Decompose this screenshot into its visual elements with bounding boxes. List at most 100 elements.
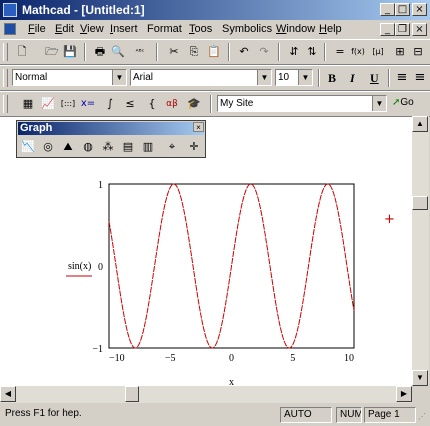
menu-insert[interactable]: Insert xyxy=(110,23,138,35)
y-tick-label: −1 xyxy=(92,344,103,355)
toolbar-grip[interactable] xyxy=(3,95,8,113)
y-tick-label: 1 xyxy=(98,180,103,191)
underline-button[interactable]: U xyxy=(370,71,379,86)
print-preview-icon[interactable]: 🔍 xyxy=(110,44,126,60)
formatting-toolbar: Normal ▼ Arial ▼ 10 ▼ B I U ≡ ≡ xyxy=(0,65,430,91)
contour-plot-icon[interactable]: ◍ xyxy=(79,138,97,155)
title-bar: Mathcad - [Untitled:1] _ □ × xyxy=(0,0,430,20)
toolbar-separator xyxy=(388,69,390,87)
horizontal-scroll-thumb[interactable] xyxy=(125,386,139,402)
y-tick-label: 0 xyxy=(98,262,103,273)
trace-icon[interactable]: ✛ xyxy=(185,138,203,155)
status-num-lock: NUM xyxy=(336,407,362,423)
style-select[interactable]: Normal ▼ xyxy=(12,69,127,86)
palette-close-icon[interactable]: × xyxy=(193,122,204,132)
menu-format[interactable]: Format xyxy=(147,23,182,35)
vertical-scrollbar[interactable]: ▲ ▼ xyxy=(412,116,429,386)
align-down-icon[interactable]: ⇅ xyxy=(304,44,320,60)
toolbar-grip[interactable] xyxy=(3,69,8,87)
status-help-text: Press F1 for hep. xyxy=(5,408,82,419)
matrix-icon[interactable]: [:::] xyxy=(60,96,76,112)
redo-icon[interactable]: ↷ xyxy=(256,44,272,60)
plot-traces xyxy=(108,183,355,349)
menu-view[interactable]: View xyxy=(80,23,104,35)
paste-icon[interactable]: 📋 xyxy=(206,44,222,60)
graph-palette-title[interactable]: Graph xyxy=(18,122,204,135)
menu-help[interactable]: Help xyxy=(319,23,342,35)
toolbar-separator xyxy=(228,43,230,61)
evaluation-icon[interactable]: x= xyxy=(80,96,96,112)
x-tick-label: −10 xyxy=(109,353,125,364)
new-document-icon[interactable]: 🗋 xyxy=(14,44,30,60)
menu-symbolics[interactable]: Symbolics xyxy=(222,23,272,35)
align-center-icon[interactable]: ≡ xyxy=(412,70,428,86)
mathcad-app-icon[interactable] xyxy=(3,3,17,17)
vertical-scroll-thumb[interactable] xyxy=(412,196,428,210)
open-folder-icon[interactable]: 🗁 xyxy=(44,44,60,60)
menu-tools[interactable]: Toos xyxy=(189,23,212,35)
scroll-left-icon[interactable]: ◀ xyxy=(0,386,16,402)
document-icon[interactable] xyxy=(4,23,16,35)
xy-plot-icon[interactable]: 📉 xyxy=(19,138,37,155)
boolean-icon[interactable]: ≤ xyxy=(122,96,138,112)
chevron-down-icon[interactable]: ▼ xyxy=(298,70,312,85)
insert-unit-icon[interactable]: [μ] xyxy=(370,44,386,60)
horizontal-scrollbar[interactable]: ◀ ▶ xyxy=(0,386,412,403)
document-close-button[interactable]: × xyxy=(412,23,427,36)
polar-plot-icon[interactable]: ◎ xyxy=(39,138,57,155)
3d-bar-icon[interactable]: ▤ xyxy=(119,138,137,155)
toolbar-grip[interactable] xyxy=(3,43,8,61)
resource-site-select[interactable]: My Site ▼ xyxy=(217,95,387,112)
scroll-up-icon[interactable]: ▲ xyxy=(412,116,428,132)
greek-icon[interactable]: αβ xyxy=(164,96,180,112)
chevron-down-icon[interactable]: ▼ xyxy=(257,70,271,85)
zoom-icon[interactable]: ⊟ xyxy=(410,44,426,60)
bold-button[interactable]: B xyxy=(328,71,336,86)
x-tick-label: 0 xyxy=(229,353,234,364)
maximize-button[interactable]: □ xyxy=(395,3,410,16)
menu-edit[interactable]: Edit xyxy=(55,23,74,35)
zoom-icon[interactable]: ⌖ xyxy=(163,138,181,155)
y-tick-labels: 1 0 −1 xyxy=(92,180,103,355)
resize-grip-icon[interactable]: ⋰ xyxy=(418,412,428,422)
font-size-select[interactable]: 10 ▼ xyxy=(275,69,313,86)
spell-check-icon[interactable]: ᴬᴮᶜ xyxy=(132,44,148,60)
math-toolbar: ▦ 📈 [:::] x= ∫ ≤ { αβ 🎓 My Site ▼ ➚Go xyxy=(0,91,430,117)
standard-toolbar: 🗋 🗁 💾 🖶 🔍 ᴬᴮᶜ ✂ ⎘ 📋 ↶ ↷ ⇵ ⇅ = f(x) [μ] ⊞… xyxy=(0,39,430,65)
menu-window[interactable]: Window xyxy=(276,23,315,35)
save-icon[interactable]: 💾 xyxy=(62,44,78,60)
align-across-icon[interactable]: ⇵ xyxy=(286,44,302,60)
calculate-icon[interactable]: = xyxy=(332,44,348,60)
scroll-down-icon[interactable]: ▼ xyxy=(412,370,428,386)
undo-icon[interactable]: ↶ xyxy=(236,44,252,60)
scroll-right-icon[interactable]: ▶ xyxy=(396,386,412,402)
align-left-icon[interactable]: ≡ xyxy=(394,70,410,86)
vector-field-icon[interactable]: ▥ xyxy=(139,138,157,155)
copy-icon[interactable]: ⎘ xyxy=(186,44,202,60)
menu-file[interactable]: File xyxy=(28,23,46,35)
document-restore-button[interactable]: ❐ xyxy=(395,23,410,36)
graph-palette[interactable]: Graph × 📉 ◎ ⛰ ◍ ⁂ ▤ ▥ ⌖ ✛ xyxy=(16,120,206,158)
symbolic-icon[interactable]: 🎓 xyxy=(186,96,202,112)
resources-icon[interactable]: ⊞ xyxy=(392,44,408,60)
3d-scatter-icon[interactable]: ⁂ xyxy=(99,138,117,155)
programming-icon[interactable]: { xyxy=(144,96,160,112)
toolbar-separator xyxy=(84,43,86,61)
italic-button[interactable]: I xyxy=(350,71,355,86)
document-minimize-button[interactable]: _ xyxy=(380,23,395,36)
chevron-down-icon[interactable]: ▼ xyxy=(112,70,126,85)
graph-icon[interactable]: 📈 xyxy=(40,96,56,112)
print-icon[interactable]: 🖶 xyxy=(92,44,108,60)
calculator-icon[interactable]: ▦ xyxy=(20,96,36,112)
insert-function-icon[interactable]: f(x) xyxy=(350,44,366,60)
font-select[interactable]: Arial ▼ xyxy=(130,69,272,86)
go-button[interactable]: ➚Go xyxy=(392,97,414,108)
close-button[interactable]: × xyxy=(412,3,427,16)
cut-icon[interactable]: ✂ xyxy=(166,44,182,60)
sin-trace[interactable] xyxy=(108,183,355,349)
toolbar-separator xyxy=(156,43,158,61)
surface-plot-icon[interactable]: ⛰ xyxy=(59,138,77,155)
chevron-down-icon[interactable]: ▼ xyxy=(372,96,386,111)
minimize-button[interactable]: _ xyxy=(380,3,395,16)
calculus-icon[interactable]: ∫ xyxy=(102,96,118,112)
